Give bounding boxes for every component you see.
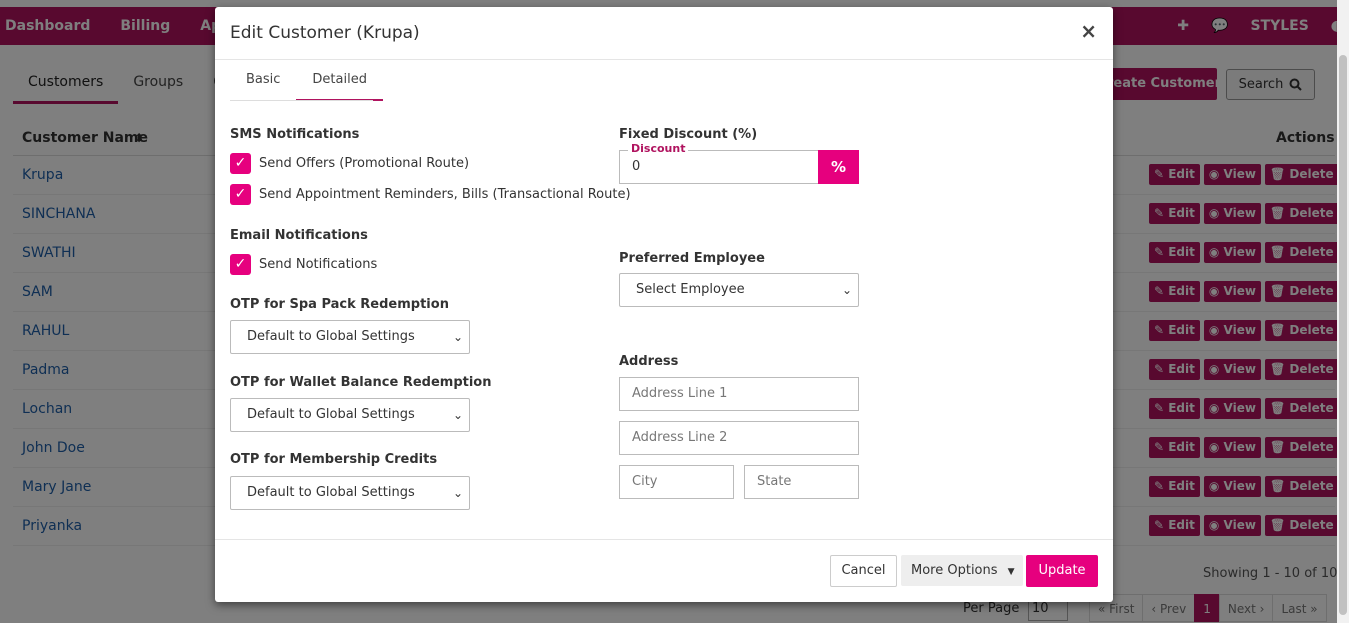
check-icon[interactable]: ✓ xyxy=(230,254,251,275)
modal-tabs: Basic Detailed xyxy=(230,67,383,101)
scrollbar-thumb[interactable] xyxy=(1339,55,1347,615)
more-options-label: More Options xyxy=(911,563,998,578)
employee-value: Select Employee xyxy=(636,282,745,297)
divider xyxy=(215,539,1113,540)
otp-spa-label: OTP for Spa Pack Redemption xyxy=(230,297,449,312)
preferred-employee-label: Preferred Employee xyxy=(619,251,765,266)
otp-spa-select[interactable]: Default to Global Settings ⌄ xyxy=(230,320,470,354)
otp-wallet-value: Default to Global Settings xyxy=(247,407,415,422)
otp-membership-label: OTP for Membership Credits xyxy=(230,452,438,467)
otp-membership-select[interactable]: Default to Global Settings ⌄ xyxy=(230,476,470,510)
page-scrollbar[interactable] xyxy=(1337,0,1349,623)
send-reminders-checkbox[interactable]: ✓ Send Appointment Reminders, Bills (Tra… xyxy=(230,184,631,205)
chevron-down-icon: ⌄ xyxy=(452,330,463,344)
otp-wallet-select[interactable]: Default to Global Settings ⌄ xyxy=(230,398,470,432)
sms-notifications-label: SMS Notifications xyxy=(230,127,360,142)
address-line2-input[interactable]: Address Line 2 xyxy=(619,421,859,455)
caret-down-icon: ▼ xyxy=(1007,567,1015,577)
update-button[interactable]: Update xyxy=(1026,555,1098,587)
chevron-down-icon: ⌄ xyxy=(452,486,463,500)
check-icon[interactable]: ✓ xyxy=(230,184,251,205)
tab-basic[interactable]: Basic xyxy=(230,67,296,101)
otp-spa-value: Default to Global Settings xyxy=(247,329,415,344)
address-line1-input[interactable]: Address Line 1 xyxy=(619,377,859,411)
modal-title: Edit Customer (Krupa) xyxy=(230,23,420,43)
percent-icon: % xyxy=(818,150,859,184)
close-icon[interactable]: × xyxy=(1080,19,1097,43)
chevron-down-icon: ⌄ xyxy=(841,283,852,297)
send-notifications-checkbox[interactable]: ✓ Send Notifications xyxy=(230,254,377,275)
tab-detailed[interactable]: Detailed xyxy=(296,67,383,101)
employee-select[interactable]: Select Employee ⌄ xyxy=(619,273,859,307)
discount-input[interactable]: 0 xyxy=(619,150,819,184)
address-label: Address xyxy=(619,354,679,369)
fixed-discount-label: Fixed Discount (%) xyxy=(619,127,758,142)
city-input[interactable]: City xyxy=(619,465,734,499)
edit-customer-modal: Edit Customer (Krupa) × Basic Detailed S… xyxy=(215,7,1113,602)
divider xyxy=(215,59,1113,60)
discount-group: 0 Discount % xyxy=(619,142,859,184)
send-notifications-label: Send Notifications xyxy=(259,257,378,272)
chevron-down-icon: ⌄ xyxy=(452,408,463,422)
otp-membership-value: Default to Global Settings xyxy=(247,485,415,500)
send-offers-checkbox[interactable]: ✓ Send Offers (Promotional Route) xyxy=(230,153,469,174)
cancel-button[interactable]: Cancel xyxy=(830,555,897,587)
divider xyxy=(230,100,373,101)
check-icon[interactable]: ✓ xyxy=(230,153,251,174)
state-input[interactable]: State xyxy=(744,465,859,499)
send-offers-label: Send Offers (Promotional Route) xyxy=(259,156,470,171)
email-notifications-label: Email Notifications xyxy=(230,228,368,243)
discount-legend: Discount xyxy=(628,142,689,155)
more-options-button[interactable]: More Options ▼ xyxy=(901,555,1023,586)
otp-wallet-label: OTP for Wallet Balance Redemption xyxy=(230,375,492,390)
send-reminders-label: Send Appointment Reminders, Bills (Trans… xyxy=(259,187,631,202)
